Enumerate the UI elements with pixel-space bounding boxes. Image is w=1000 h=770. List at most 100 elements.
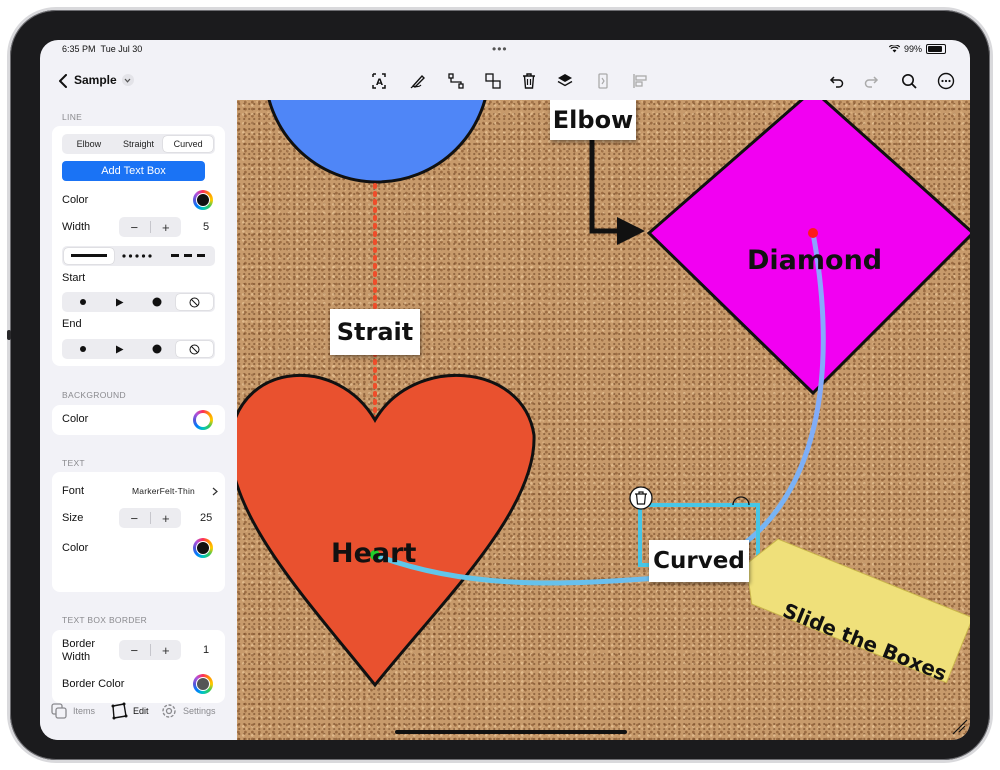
ipad-frame: 6:35 PM Tue Jul 30 ••• 99% Sample A LINE… [7, 10, 990, 760]
text-color-well[interactable] [193, 538, 213, 558]
border-color-label: Border Color [62, 678, 125, 690]
tab-edit[interactable]: Edit [110, 702, 149, 720]
segment-straight[interactable]: Straight [114, 136, 164, 152]
heart-label[interactable]: Heart [331, 538, 416, 569]
cap-dot[interactable] [64, 294, 101, 310]
cap-arrow[interactable] [101, 294, 138, 310]
battery-icon [926, 44, 946, 54]
dash-dotted[interactable] [114, 248, 164, 264]
svg-text:A: A [376, 78, 383, 88]
decrement-button[interactable]: − [119, 643, 150, 658]
delete-button[interactable] [516, 68, 542, 94]
border-color-well[interactable] [193, 674, 213, 694]
border-width-label: Border Width [62, 638, 96, 663]
cap-circle[interactable] [139, 341, 176, 357]
status-battery: 99% [888, 44, 946, 54]
status-time: 6:35 PM Tue Jul 30 [62, 44, 143, 54]
cap-none[interactable] [175, 294, 213, 310]
segment-elbow[interactable]: Elbow [64, 136, 114, 152]
document-title[interactable]: Sample [74, 73, 134, 87]
pen-tool-button[interactable] [405, 68, 431, 94]
cap-none[interactable] [175, 341, 213, 357]
font-size-value: 25 [200, 512, 213, 524]
dash-dashed[interactable] [163, 248, 213, 264]
wifi-icon [888, 45, 900, 53]
increment-button[interactable]: + [151, 643, 182, 658]
cap-arrow[interactable] [101, 341, 138, 357]
decrement-button[interactable]: − [119, 511, 150, 526]
group-button[interactable] [480, 68, 506, 94]
cap-circle[interactable] [139, 294, 176, 310]
dash-solid[interactable] [64, 248, 114, 264]
layers-icon [557, 74, 573, 87]
inspector-sidebar: LINE Elbow Straight Curved Add Text Box … [40, 100, 237, 740]
diamond-label[interactable]: Diamond [747, 245, 882, 276]
heart-shape[interactable] [237, 373, 536, 688]
layers-button[interactable] [552, 68, 578, 94]
multitasking-dots[interactable]: ••• [492, 42, 508, 56]
triangle-icon [116, 345, 124, 353]
background-card: Color [52, 405, 225, 435]
delete-handle[interactable] [629, 486, 653, 510]
line-color-well[interactable] [193, 190, 213, 210]
elbow-text-box[interactable]: Elbow [550, 100, 636, 140]
more-button[interactable] [933, 68, 959, 94]
start-label: Start [62, 272, 86, 284]
more-icon [937, 72, 955, 90]
end-cap-segmented[interactable] [62, 339, 215, 359]
circle-shape[interactable] [265, 100, 489, 184]
redo-icon [864, 76, 879, 88]
chevron-right-icon [212, 487, 218, 496]
increment-button[interactable]: + [151, 511, 182, 526]
border-width-stepper[interactable]: − + [119, 640, 181, 660]
large-dot-icon [152, 297, 162, 307]
select-tool-button[interactable]: A [366, 68, 392, 94]
trash-icon [523, 73, 535, 89]
decrement-button[interactable]: − [119, 220, 150, 235]
home-indicator[interactable] [395, 730, 627, 734]
elbow-connector[interactable] [589, 138, 629, 234]
line-color-swatch [196, 193, 210, 207]
arrowhead-icon [617, 217, 645, 245]
start-cap-segmented[interactable] [62, 292, 215, 312]
solid-line-icon [70, 254, 107, 257]
dash-style-segmented[interactable] [62, 246, 215, 266]
tab-settings[interactable]: Settings [160, 702, 216, 720]
chevron-left-icon [59, 74, 67, 88]
curved-text-box[interactable]: Curved [649, 540, 749, 582]
line-style-segmented[interactable]: Elbow Straight Curved [62, 134, 215, 154]
cap-dot[interactable] [64, 341, 101, 357]
redo-button[interactable] [859, 68, 885, 94]
small-dot-icon [79, 299, 86, 305]
background-color-label: Color [62, 413, 89, 425]
background-color-well[interactable] [193, 410, 213, 430]
font-size-stepper[interactable]: − + [119, 508, 181, 528]
connector-icon [448, 73, 464, 89]
corkboard-canvas[interactable]: Elbow Strait Diamond Heart Curved Slide … [237, 100, 970, 740]
dashed-line-icon [171, 254, 206, 257]
search-button[interactable] [896, 68, 922, 94]
add-text-box-button[interactable]: Add Text Box [62, 161, 205, 181]
flip-button[interactable] [590, 68, 616, 94]
line-width-stepper[interactable]: − + [119, 217, 181, 237]
back-button[interactable] [50, 68, 76, 94]
tab-items[interactable]: Items [50, 702, 95, 720]
triangle-icon [116, 298, 124, 306]
large-dot-icon [152, 344, 162, 354]
gear-icon [162, 704, 176, 718]
align-button[interactable] [627, 68, 653, 94]
connector-tool-button[interactable] [443, 68, 469, 94]
text-card: Font MarkerFelt-Thin Size − + 25 Color [52, 472, 225, 592]
curve-end-handle[interactable] [808, 228, 818, 238]
side-button [7, 330, 11, 340]
undo-button[interactable] [823, 68, 849, 94]
no-cap-icon [189, 297, 200, 307]
group-icon [485, 73, 501, 89]
line-card: Elbow Straight Curved Add Text Box Color… [52, 126, 225, 366]
strait-text-box[interactable]: Strait [330, 309, 420, 355]
font-value[interactable]: MarkerFelt-Thin [132, 486, 195, 496]
segment-curved[interactable]: Curved [163, 136, 214, 152]
screen: 6:35 PM Tue Jul 30 ••• 99% Sample A LINE… [40, 40, 970, 740]
undo-icon [829, 76, 844, 88]
increment-button[interactable]: + [151, 220, 182, 235]
